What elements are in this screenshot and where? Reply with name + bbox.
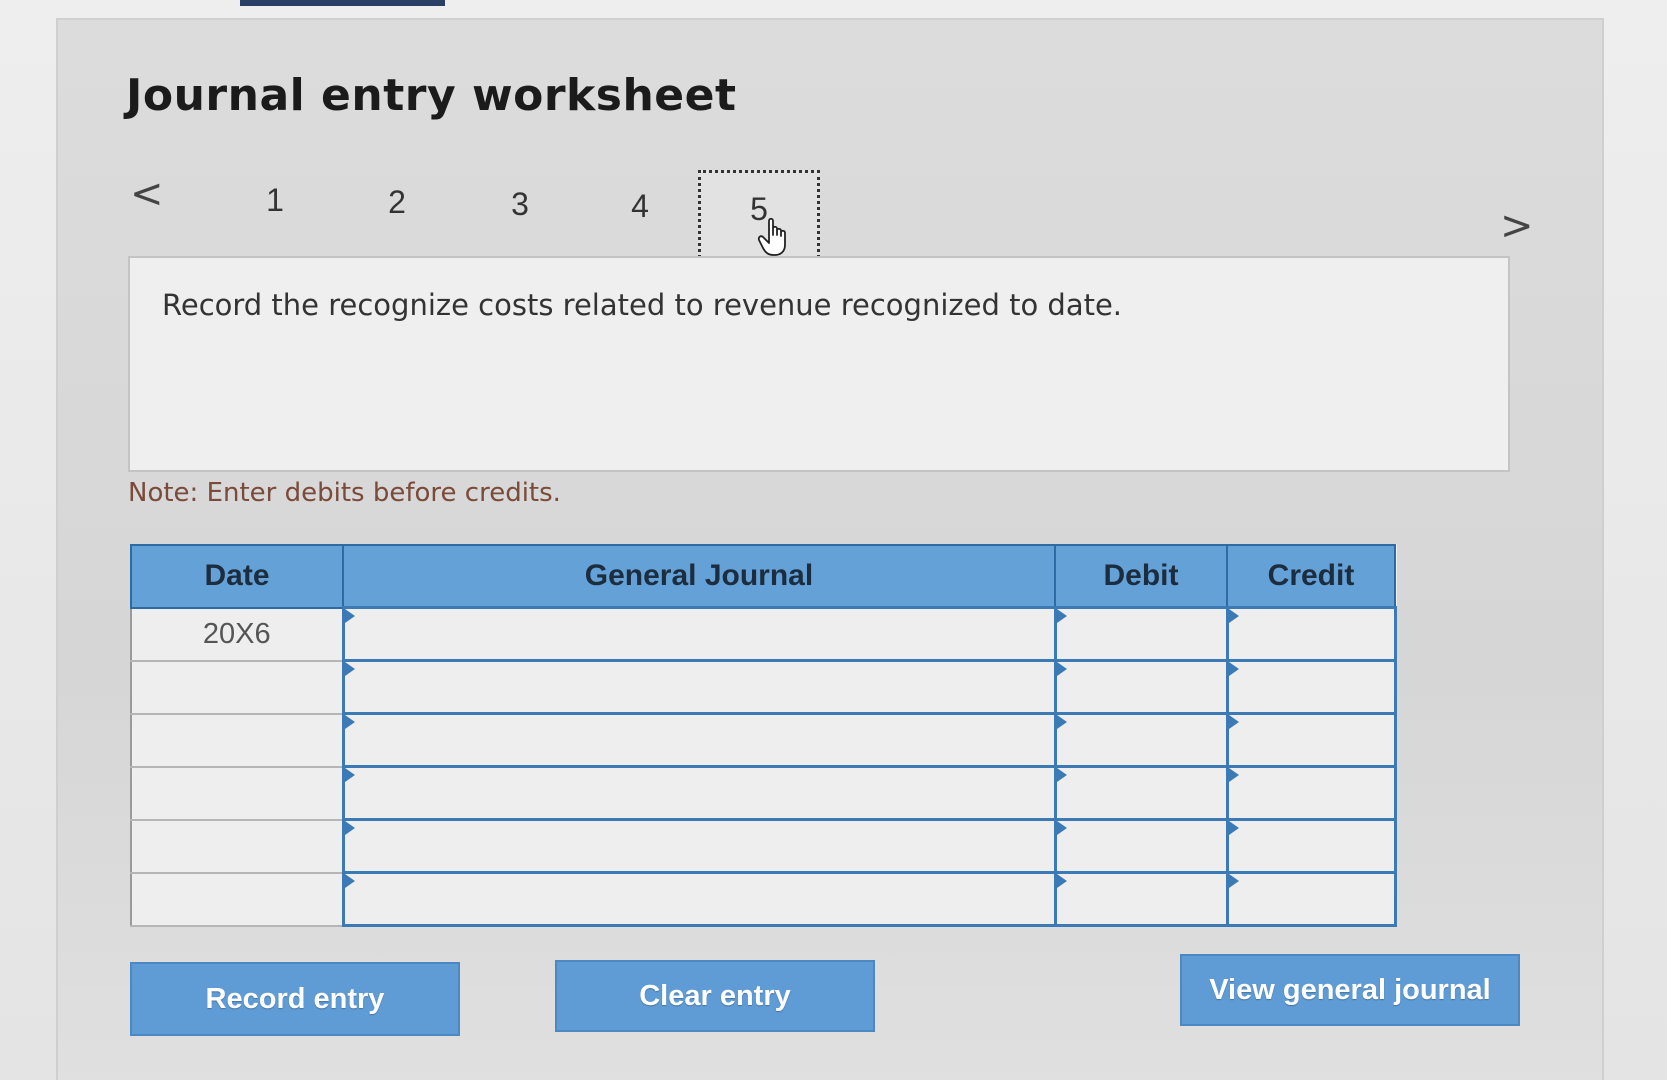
credit-input[interactable] (1228, 874, 1394, 924)
cell-marker (344, 874, 355, 888)
step-tab-5-active[interactable]: 5 (698, 170, 820, 270)
cell-marker (1056, 768, 1067, 782)
chevron-left-icon[interactable]: < (130, 174, 164, 214)
table-row (130, 818, 1397, 874)
account-cell[interactable] (341, 871, 1057, 927)
debit-cell[interactable] (1053, 712, 1229, 768)
cell-marker (1228, 609, 1239, 623)
journal-table: Date General Journal Debit Credit 20X6 (130, 544, 1397, 927)
debit-cell[interactable] (1053, 606, 1229, 662)
account-input[interactable] (344, 874, 1054, 924)
cell-marker (344, 821, 355, 835)
hand-cursor-icon (757, 217, 786, 256)
credit-input[interactable] (1228, 821, 1394, 871)
cell-marker (1056, 662, 1067, 676)
top-tab-strip (240, 0, 445, 6)
debit-cell[interactable] (1053, 871, 1229, 927)
cell-marker (1056, 609, 1067, 623)
account-cell[interactable] (341, 606, 1057, 662)
account-input[interactable] (344, 768, 1054, 818)
cell-marker (344, 768, 355, 782)
instruction-box: Record the recognize costs related to re… (128, 256, 1510, 472)
account-input[interactable] (344, 662, 1054, 712)
cell-marker (1228, 662, 1239, 676)
date-cell (130, 659, 344, 715)
chevron-right-icon[interactable]: > (1500, 206, 1534, 246)
account-cell[interactable] (341, 659, 1057, 715)
credit-input[interactable] (1228, 768, 1394, 818)
step-tab-3[interactable]: 3 (500, 186, 540, 223)
date-cell (130, 765, 344, 821)
date-cell (130, 818, 344, 874)
account-input[interactable] (344, 821, 1054, 871)
debit-cell[interactable] (1053, 659, 1229, 715)
debit-input[interactable] (1056, 715, 1226, 765)
debit-input[interactable] (1056, 821, 1226, 871)
cell-marker (1228, 821, 1239, 835)
cell-marker (344, 609, 355, 623)
screen: Journal entry worksheet < 1 2 3 4 5 > Re… (0, 0, 1667, 1080)
header-debit: Debit (1054, 544, 1228, 609)
header-date: Date (130, 544, 344, 609)
date-cell (130, 871, 344, 927)
date-cell: 20X6 (130, 606, 344, 662)
instruction-text: Record the recognize costs related to re… (162, 288, 1123, 322)
header-general-journal: General Journal (342, 544, 1056, 609)
cell-marker (344, 715, 355, 729)
cell-marker (1056, 874, 1067, 888)
credit-cell[interactable] (1225, 871, 1397, 927)
cell-marker (1056, 821, 1067, 835)
credit-cell[interactable] (1225, 659, 1397, 715)
table-row (130, 765, 1397, 821)
table-row (130, 712, 1397, 768)
cell-marker (1228, 768, 1239, 782)
account-cell[interactable] (341, 765, 1057, 821)
debit-input[interactable] (1056, 609, 1226, 659)
clear-entry-button[interactable]: Clear entry (555, 960, 875, 1032)
debit-input[interactable] (1056, 768, 1226, 818)
credit-input[interactable] (1228, 609, 1394, 659)
date-cell (130, 712, 344, 768)
credit-input[interactable] (1228, 715, 1394, 765)
debit-cell[interactable] (1053, 765, 1229, 821)
page-title: Journal entry worksheet (126, 70, 737, 121)
table-row (130, 659, 1397, 715)
journal-header-row: Date General Journal Debit Credit (130, 544, 1396, 609)
account-input[interactable] (344, 715, 1054, 765)
view-general-journal-button[interactable]: View general journal (1180, 954, 1520, 1026)
step-tab-1[interactable]: 1 (255, 182, 295, 219)
debit-cell[interactable] (1053, 818, 1229, 874)
credit-input[interactable] (1228, 662, 1394, 712)
account-cell[interactable] (341, 818, 1057, 874)
step-tab-2[interactable]: 2 (377, 184, 417, 221)
cell-marker (1228, 715, 1239, 729)
credit-cell[interactable] (1225, 818, 1397, 874)
table-row (130, 871, 1397, 927)
account-cell[interactable] (341, 712, 1057, 768)
cell-marker (1228, 874, 1239, 888)
credit-cell[interactable] (1225, 606, 1397, 662)
credit-cell[interactable] (1225, 765, 1397, 821)
record-entry-button[interactable]: Record entry (130, 962, 460, 1036)
debit-input[interactable] (1056, 662, 1226, 712)
cell-marker (344, 662, 355, 676)
note-text: Note: Enter debits before credits. (128, 478, 561, 508)
table-row: 20X6 (130, 606, 1397, 662)
debit-input[interactable] (1056, 874, 1226, 924)
credit-cell[interactable] (1225, 712, 1397, 768)
header-credit: Credit (1226, 544, 1396, 609)
cell-marker (1056, 715, 1067, 729)
step-tab-4[interactable]: 4 (620, 188, 660, 225)
account-input[interactable] (344, 609, 1054, 659)
